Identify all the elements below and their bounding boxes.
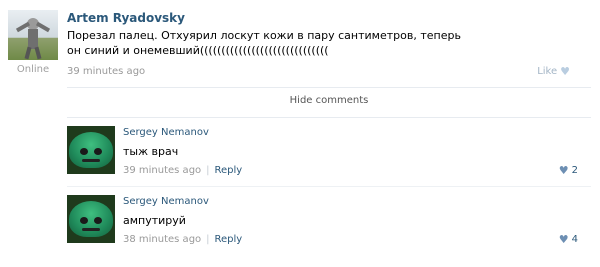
author-avatar[interactable] — [8, 10, 58, 60]
comments-list: Sergey Nemanov тыж врач 39 minutes ago |… — [67, 117, 591, 262]
comment-meta: 39 minutes ago | Reply — [123, 165, 242, 176]
avatar-mouth — [82, 228, 100, 231]
avatar-mouth — [82, 159, 100, 162]
comment-author-name[interactable]: Sergey Nemanov — [123, 196, 209, 207]
comment-text: ампутируй — [123, 214, 186, 227]
comment-timestamp[interactable]: 38 minutes ago — [123, 234, 201, 245]
avatar-eye — [80, 148, 88, 155]
avatar-figure-arm — [35, 21, 51, 33]
meta-separator: | — [206, 165, 210, 176]
post-text: Порезал палец. Отхуярил лоскут кожи в па… — [67, 29, 465, 57]
avatar-figure-leg — [24, 46, 32, 60]
comment-item: Sergey Nemanov тыж врач 39 minutes ago |… — [67, 118, 591, 188]
comment-author-name[interactable]: Sergey Nemanov — [123, 127, 209, 138]
comment-item: Sergey Nemanov ампутируй 38 minutes ago … — [67, 186, 591, 256]
like-label: Like — [537, 66, 558, 77]
comment-like-count: 2 — [571, 165, 578, 176]
avatar-figure-leg — [34, 46, 42, 60]
post-timestamp[interactable]: 39 minutes ago — [67, 66, 145, 77]
divider — [67, 87, 591, 88]
heart-icon: ♥ — [558, 233, 569, 246]
avatar-creature — [69, 201, 113, 237]
heart-icon: ♥ — [560, 65, 570, 78]
online-status: Online — [16, 64, 50, 75]
comment-timestamp[interactable]: 39 minutes ago — [123, 165, 201, 176]
meta-separator: | — [206, 234, 210, 245]
avatar-eye — [94, 148, 102, 155]
avatar-eye — [94, 217, 102, 224]
comment-text: тыж врач — [123, 145, 179, 158]
reply-link[interactable]: Reply — [215, 165, 243, 176]
commenter-avatar[interactable] — [67, 195, 115, 243]
comment-like-button[interactable]: ♥ 4 — [559, 234, 578, 245]
comment-meta: 38 minutes ago | Reply — [123, 234, 242, 245]
wall-post: Online Artem Ryadovsky Порезал палец. От… — [0, 0, 600, 267]
post-like-button[interactable]: Like ♥ — [537, 66, 570, 77]
comment-like-count: 4 — [571, 234, 578, 245]
reply-link[interactable]: Reply — [215, 234, 243, 245]
hide-comments-link[interactable]: Hide comments — [67, 95, 591, 106]
comment-like-button[interactable]: ♥ 2 — [559, 165, 578, 176]
heart-icon: ♥ — [558, 164, 569, 177]
avatar-eye — [80, 217, 88, 224]
commenter-avatar[interactable] — [67, 126, 115, 174]
avatar-creature — [69, 132, 113, 168]
post-author-name[interactable]: Artem Ryadovsky — [67, 11, 185, 25]
